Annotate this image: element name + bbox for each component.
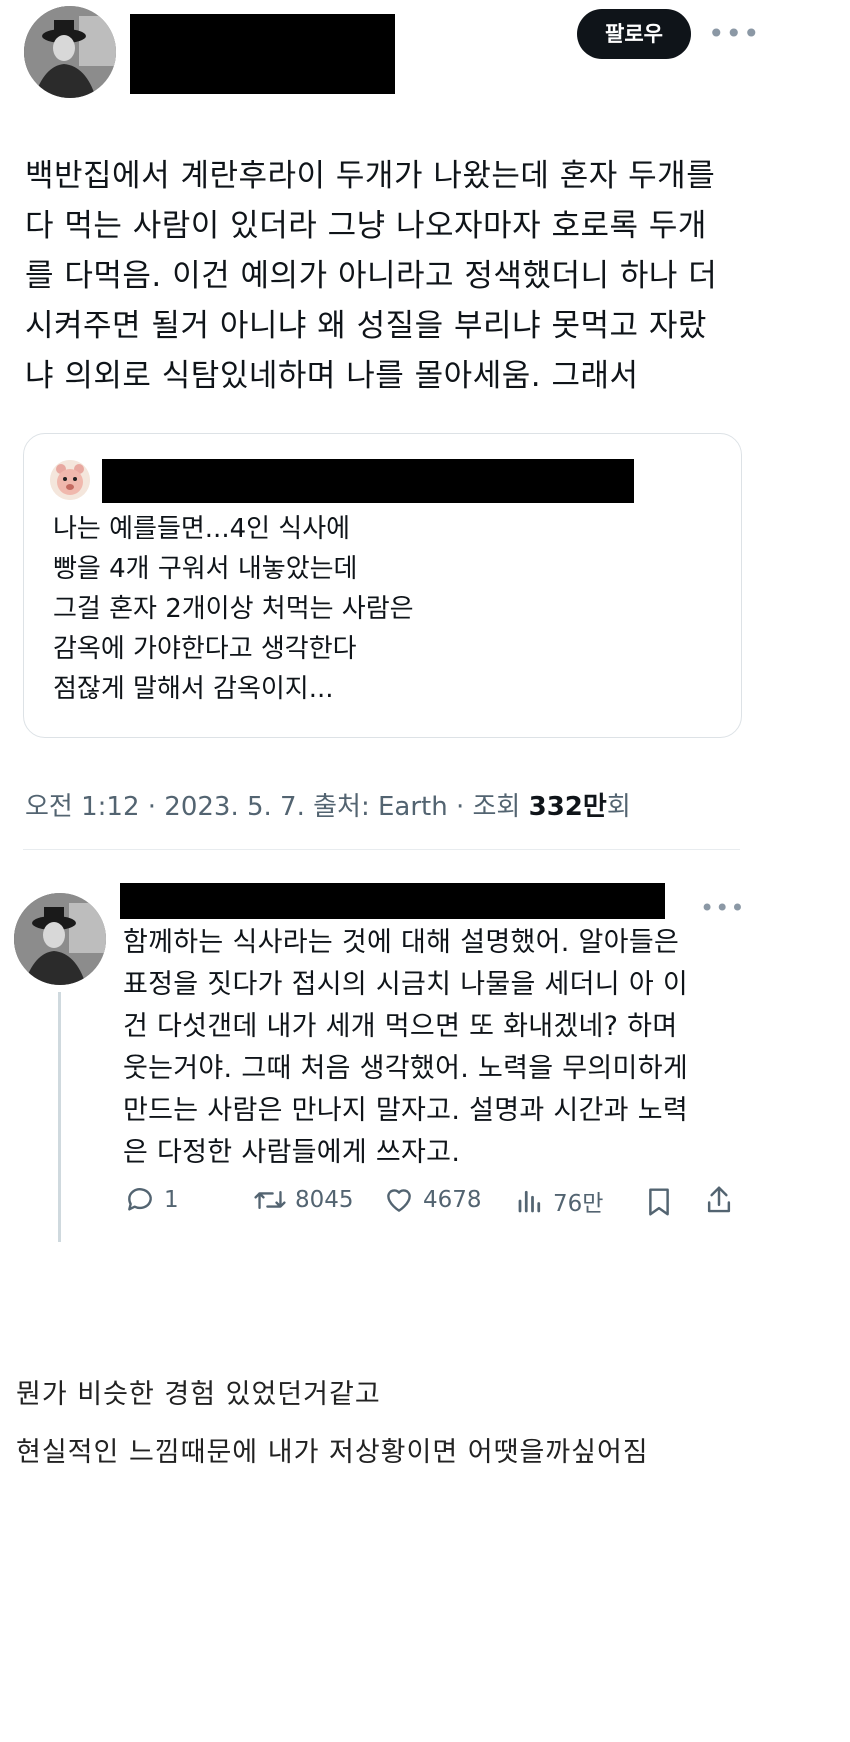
tweet-timestamp-source: 오전 1:12 · 2023. 5. 7. 출처: Earth · 조회	[25, 792, 529, 822]
like-action[interactable]: 4678	[383, 1184, 482, 1216]
tweet-text-line: 냐 의외로 식탐있네하며 나를 몰아세움. 그래서	[25, 358, 639, 394]
quote-author-avatar	[50, 460, 90, 500]
tweet-text: 백반집에서 계란후라이 두개가 나왔는데 혼자 두개를 다 먹는 사람이 있더라…	[25, 151, 825, 401]
reply-text-line: 만드는 사람은 만나지 말자고. 설명과 시간과 노력	[123, 1095, 688, 1126]
reply-more-options-icon[interactable]: •••	[700, 896, 745, 920]
like-count: 4678	[423, 1187, 482, 1213]
reply-action[interactable]: 1	[124, 1184, 179, 1216]
quote-text-line: 점잖게 말해서 감옥이지...	[53, 674, 334, 704]
quote-text-line: 그걸 혼자 2개이상 처먹는 사람은	[53, 594, 414, 624]
tweet-text-line: 백반집에서 계란후라이 두개가 나왔는데 혼자 두개를	[25, 158, 716, 194]
reply-icon	[128, 1188, 152, 1211]
retweet-icon	[254, 1190, 286, 1210]
quote-text-line: 나는 예를들면...4인 식사에	[53, 514, 351, 544]
heart-icon	[387, 1189, 411, 1212]
thread-connector	[58, 992, 61, 1242]
comment-line: 뭔가 비슷한 경험 있었던거같고	[16, 1379, 381, 1410]
tweet-text-line: 를 다먹음. 이건 예의가 아니라고 정색했더니 하나 더	[25, 258, 718, 294]
follow-button[interactable]: 팔로우	[577, 9, 691, 59]
reply-text-line: 웃는거야. 그때 처음 생각했어. 노력을 무의미하게	[123, 1053, 688, 1084]
redacted-quote-author	[102, 459, 634, 503]
redacted-reply-author	[120, 883, 665, 919]
author-avatar[interactable]	[24, 6, 116, 98]
tweet-meta: 오전 1:12 · 2023. 5. 7. 출처: Earth · 조회 332…	[25, 786, 631, 823]
share-icon[interactable]	[704, 1184, 734, 1220]
quote-tweet-card[interactable]: 나는 예를들면...4인 식사에 빵을 4개 구워서 내놓았는데 그걸 혼자 2…	[23, 433, 742, 738]
reply-text-line: 은 다정한 사람들에게 쓰자고.	[123, 1137, 461, 1168]
tweet-text-line: 다 먹는 사람이 있더라 그냥 나오자마자 호로록 두개	[25, 208, 707, 244]
views-count: 76만	[553, 1191, 604, 1217]
analytics-icon	[518, 1190, 541, 1213]
view-count-suffix: 회	[606, 792, 631, 822]
bookmark-icon[interactable]	[645, 1186, 673, 1222]
quote-text-line: 감옥에 가야한다고 생각한다	[53, 634, 357, 664]
reply-text-line: 표정을 짓다가 접시의 시금치 나물을 세더니 아 이	[123, 969, 688, 1000]
quote-text-line: 빵을 4개 구워서 내놓았는데	[53, 554, 358, 584]
reply-count: 1	[164, 1187, 179, 1213]
views-action[interactable]: 76만	[515, 1184, 603, 1218]
reply-text-line: 건 다섯갠데 내가 세개 먹으면 또 화내겠네? 하며	[123, 1011, 678, 1042]
retweet-action[interactable]: 8045	[253, 1184, 354, 1216]
tweet-text-line: 시켜주면 될거 아니냐 왜 성질을 부리냐 못먹고 자랐	[25, 308, 707, 344]
redacted-author-name	[130, 14, 395, 94]
comment-line: 현실적인 느낌때문에 내가 저상황이면 어땟을까싶어짐	[16, 1437, 649, 1468]
view-count: 332만	[528, 792, 607, 822]
more-options-icon[interactable]: •••	[708, 20, 761, 48]
retweet-count: 8045	[295, 1187, 354, 1213]
divider	[23, 849, 740, 850]
comment-text: 뭔가 비슷한 경험 있었던거같고 현실적인 느낌때문에 내가 저상황이면 어땟을…	[16, 1375, 836, 1473]
reply-author-avatar[interactable]	[14, 893, 106, 985]
reply-text-line: 함께하는 식사라는 것에 대해 설명했어. 알아들은	[123, 927, 680, 958]
quote-text: 나는 예를들면...4인 식사에 빵을 4개 구워서 내놓았는데 그걸 혼자 2…	[53, 509, 713, 709]
reply-text: 함께하는 식사라는 것에 대해 설명했어. 알아들은 표정을 짓다가 접시의 시…	[123, 922, 763, 1174]
